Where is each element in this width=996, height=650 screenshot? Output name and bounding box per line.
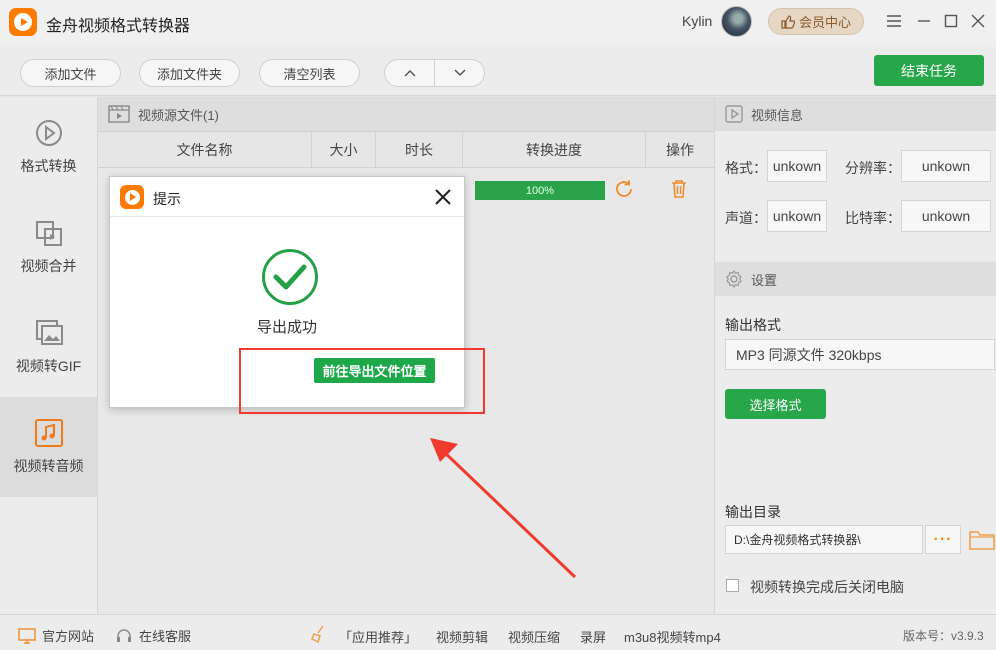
merge-icon <box>34 218 64 248</box>
resolution-label: 分辨率： <box>845 160 901 176</box>
format-value: unkown <box>767 150 827 182</box>
browse-dir-button[interactable]: ··· <box>925 525 961 554</box>
add-folder-button[interactable]: 添加文件夹 <box>139 59 240 87</box>
output-format-label: 输出格式 <box>725 317 781 333</box>
refresh-icon[interactable] <box>613 178 635 200</box>
play-circle-icon <box>34 118 64 148</box>
channel-label: 声道： <box>725 210 767 226</box>
dialog-close-icon[interactable] <box>432 186 454 208</box>
column-header: 操作 <box>666 142 694 158</box>
success-check-icon <box>262 249 318 305</box>
shutdown-checkbox[interactable] <box>726 579 739 592</box>
chevron-down-icon <box>453 69 466 77</box>
bitrate-value: unkown <box>901 200 991 232</box>
resolution-value: unkown <box>901 150 991 182</box>
move-up-button[interactable] <box>385 60 434 86</box>
highlight-box <box>239 348 485 414</box>
output-dir-label: 输出目录 <box>725 504 781 520</box>
music-icon <box>34 418 64 448</box>
format-label: 格式： <box>725 160 767 176</box>
column-header: 文件名称 <box>98 132 312 168</box>
app-logo-icon <box>9 8 37 36</box>
sidebar-item-label: 视频合并 <box>20 258 77 274</box>
vip-center-button[interactable]: 会员中心 <box>768 8 864 35</box>
move-down-button[interactable] <box>434 60 484 86</box>
conversion-progress-bar: 100% <box>475 181 605 200</box>
broom-icon <box>309 624 329 644</box>
sidebar-item-label: 视频转GIF <box>15 358 82 374</box>
dialog-message: 导出成功 <box>256 319 317 336</box>
official-website-label: 官方网站 <box>42 629 95 644</box>
dialog-header: 提示 <box>110 177 464 217</box>
end-task-button[interactable]: 结束任务 <box>874 55 984 86</box>
file-list-header: 视频源文件(1) <box>98 97 714 132</box>
column-header: 转换进度 <box>463 132 646 168</box>
online-support-label: 在线客服 <box>139 629 192 644</box>
sidebar-item-label: 格式转换 <box>20 158 77 174</box>
online-support-link[interactable]: 在线客服 <box>115 626 191 645</box>
video-file-icon <box>108 105 130 123</box>
headset-icon <box>117 628 131 642</box>
folder-icon[interactable] <box>969 527 995 551</box>
clear-list-button[interactable]: 清空列表 <box>259 59 360 87</box>
chevron-up-icon <box>403 69 416 77</box>
vip-center-label: 会员中心 <box>798 15 851 30</box>
maximize-icon[interactable] <box>940 10 962 32</box>
app-title: 金舟视频格式转换器 <box>46 18 191 35</box>
table-header: 文件名称 大小 时长 转换进度 操作 <box>98 132 714 168</box>
app-recommend-link[interactable]: 「应用推荐」 <box>339 627 417 646</box>
footer-link-m3u8[interactable]: m3u8视频转mp4 <box>624 627 721 646</box>
column-header: 大小 <box>312 132 376 168</box>
app-logo-icon <box>120 185 144 209</box>
right-panel: 视频信息 格式： unkown 分辨率： unkown 声道： unkown 比… <box>714 97 996 614</box>
avatar[interactable] <box>721 6 752 37</box>
video-info-header: 视频信息 <box>715 97 996 131</box>
footer: 官方网站 在线客服 「应用推荐」 视频剪辑 视频压缩 录屏 m3u8视频转mp4… <box>0 614 996 650</box>
image-icon <box>34 318 64 348</box>
version-label: 版本号：v3.9.3 <box>903 629 984 643</box>
official-website-link[interactable]: 官方网站 <box>18 626 94 645</box>
title-bar: 金舟视频格式转换器 Kylin 会员中心 <box>0 0 996 44</box>
shutdown-label: 视频转换完成后关闭电脑 <box>750 579 904 595</box>
choose-format-button[interactable]: 选择格式 <box>725 389 826 419</box>
channel-value: unkown <box>767 200 827 232</box>
monitor-icon <box>18 627 36 644</box>
footer-link-video-compress[interactable]: 视频压缩 <box>508 627 560 646</box>
sidebar-item-label: 视频转音频 <box>13 458 84 474</box>
play-square-icon <box>725 105 743 123</box>
thumbs-up-icon <box>781 14 795 29</box>
gear-icon <box>726 270 742 288</box>
output-format-field[interactable]: MP3 同源文件 320kbps <box>725 339 995 370</box>
sidebar: 格式转换 视频合并 视频转GIF 视频转音频 <box>0 97 98 614</box>
settings-header: 设置 <box>715 262 996 296</box>
column-header: 时长 <box>376 132 463 168</box>
add-file-button[interactable]: 添加文件 <box>20 59 121 87</box>
delete-icon[interactable] <box>669 179 689 199</box>
sidebar-item-video-audio[interactable]: 视频转音频 <box>0 397 97 497</box>
toolbar: 添加文件 添加文件夹 清空列表 结束任务 <box>0 44 996 96</box>
sidebar-item-video-merge[interactable]: 视频合并 <box>0 197 97 297</box>
sidebar-item-format-convert[interactable]: 格式转换 <box>0 97 97 197</box>
output-dir-field[interactable]: D:\金舟视频格式转换器\ <box>725 525 923 554</box>
settings-title: 设置 <box>751 272 778 288</box>
footer-link-video-edit[interactable]: 视频剪辑 <box>436 627 488 646</box>
video-info-title: 视频信息 <box>751 107 804 123</box>
menu-icon[interactable] <box>883 10 905 32</box>
username[interactable]: Kylin <box>682 13 712 29</box>
dialog-title: 提示 <box>153 191 181 207</box>
file-list-title: 视频源文件(1) <box>138 107 219 123</box>
footer-link-screen-record[interactable]: 录屏 <box>580 627 606 646</box>
move-buttons <box>384 59 485 87</box>
close-icon[interactable] <box>967 10 989 32</box>
sidebar-item-video-gif[interactable]: 视频转GIF <box>0 297 97 397</box>
annotation-arrow-icon <box>430 438 577 579</box>
minimize-icon[interactable] <box>913 10 935 32</box>
bitrate-label: 比特率： <box>845 210 901 226</box>
